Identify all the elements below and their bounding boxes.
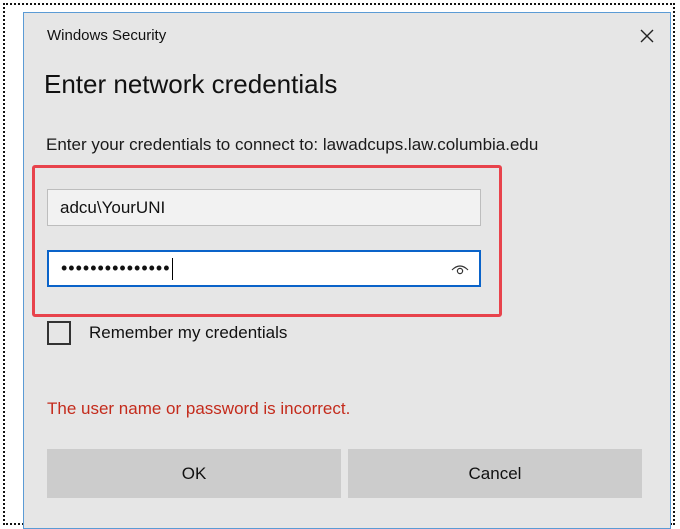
ok-button[interactable]: OK xyxy=(47,449,341,498)
text-caret xyxy=(171,257,173,280)
password-value: ••••••••••••••• xyxy=(61,258,171,278)
credentials-dialog: Windows Security Enter network credentia… xyxy=(23,12,671,529)
credentials-highlight-box xyxy=(32,165,502,317)
username-value: adcu\YourUNI xyxy=(60,197,166,217)
cancel-button[interactable]: Cancel xyxy=(348,449,642,498)
error-message: The user name or password is incorrect. xyxy=(47,399,351,418)
remember-label: Remember my credentials xyxy=(89,323,288,342)
window-title: Windows Security xyxy=(47,27,167,44)
close-button[interactable] xyxy=(632,21,662,51)
remember-credentials-option[interactable]: Remember my credentials xyxy=(47,321,287,345)
eye-icon[interactable] xyxy=(451,262,469,276)
close-icon xyxy=(640,29,654,43)
dialog-title: Enter network credentials xyxy=(44,69,338,99)
connect-description: Enter your credentials to connect to: la… xyxy=(46,135,539,154)
username-field[interactable]: adcu\YourUNI xyxy=(47,189,481,226)
password-field[interactable]: ••••••••••••••• xyxy=(47,250,481,287)
remember-checkbox[interactable] xyxy=(47,321,71,345)
